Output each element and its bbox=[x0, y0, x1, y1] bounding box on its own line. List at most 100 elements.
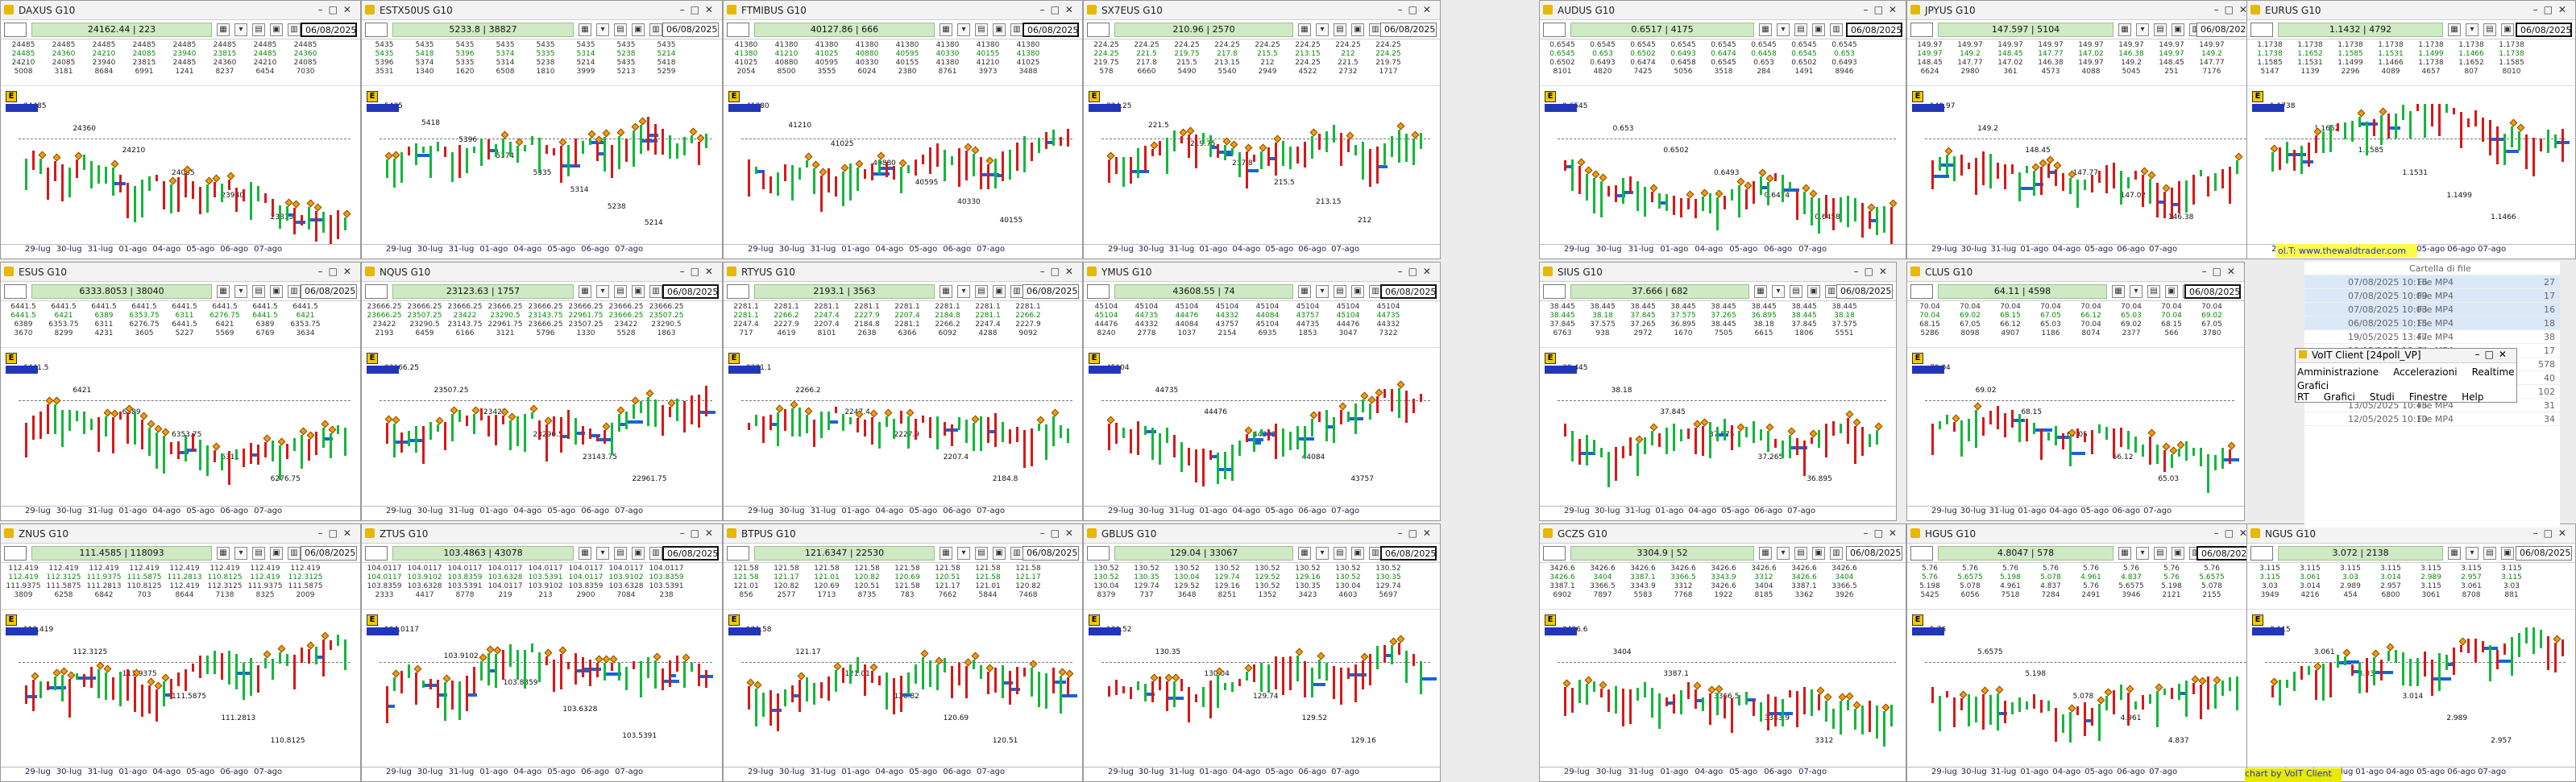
toolbar-button-4[interactable]: ▣ bbox=[1807, 285, 1820, 298]
toolbar-button-4[interactable]: ▣ bbox=[1812, 547, 1825, 560]
toolbar-button-2[interactable]: ▾ bbox=[2130, 285, 2143, 298]
chart-window-10[interactable]: RTYUS G10 –□✕ 2193.1 | 3563 ▦ ▾ ▤ ▣ ▥ 06/08/2025… bbox=[723, 262, 1083, 521]
date-field[interactable]: 06/08/2025 bbox=[1380, 284, 1437, 299]
toolbar-button-3[interactable]: ▤ bbox=[2483, 547, 2496, 560]
toolbar-button-1[interactable]: ▦ bbox=[217, 285, 230, 298]
toolbar-button-1[interactable]: ▦ bbox=[1759, 547, 1772, 560]
date-field[interactable]: 06/08/2025 bbox=[2196, 546, 2253, 561]
date-field[interactable]: 06/08/2025 bbox=[2516, 546, 2572, 561]
toolbar-button-3[interactable]: ▤ bbox=[975, 547, 988, 560]
toolbar-button-3[interactable]: ▤ bbox=[614, 547, 627, 560]
symbol-selector[interactable] bbox=[4, 546, 27, 561]
toolbar-button-2[interactable]: ▾ bbox=[234, 285, 247, 298]
chart-window-7[interactable]: EURUS G10–□✕1.1432 | 4792▦▾▤▣▥06/08/2025… bbox=[2246, 0, 2576, 259]
toolbar-button-2[interactable]: ▾ bbox=[2136, 23, 2149, 36]
voltclient-window[interactable]: VoIT Client [24poll_VP] –□✕ Amministrazi… bbox=[2295, 348, 2517, 403]
list-item[interactable]: 07/08/2025 10:03 File MP4 16 bbox=[2304, 303, 2560, 317]
window-controls[interactable]: –□✕ bbox=[1040, 266, 1079, 277]
toolbar-button-2[interactable]: ▾ bbox=[2136, 547, 2149, 560]
date-field[interactable]: 06/08/2025 bbox=[301, 284, 357, 299]
toolbar-button-2[interactable]: ▾ bbox=[1316, 23, 1329, 36]
toolbar-button-4[interactable]: ▣ bbox=[2501, 23, 2514, 36]
toolbar-button-4[interactable]: ▣ bbox=[1351, 23, 1364, 36]
toolbar-button-2[interactable]: ▾ bbox=[596, 285, 609, 298]
toolbar-button-3[interactable]: ▤ bbox=[975, 285, 988, 298]
toolbar-button-3[interactable]: ▤ bbox=[2154, 547, 2167, 560]
chart-window-20[interactable]: NGUS G10–□✕3.072 | 2138▦▾▤▣▥06/08/20253.… bbox=[2246, 523, 2576, 782]
date-field[interactable]: 06/08/2025 bbox=[1023, 284, 1079, 299]
menu-item[interactable]: Realtime bbox=[2472, 366, 2515, 378]
symbol-selector[interactable] bbox=[2250, 23, 2273, 37]
list-item[interactable]: 07/08/2025 10:09 File MP4 17 bbox=[2304, 289, 2560, 303]
symbol-selector[interactable] bbox=[1910, 546, 1933, 561]
toolbar-button-2[interactable]: ▾ bbox=[1777, 547, 1790, 560]
toolbar-button-1[interactable]: ▦ bbox=[1298, 547, 1311, 560]
toolbar-button-4[interactable]: ▣ bbox=[1351, 285, 1364, 298]
toolbar-button-1[interactable]: ▦ bbox=[579, 547, 591, 560]
toolbar-button-3[interactable]: ▤ bbox=[1334, 547, 1346, 560]
date-field[interactable]: 06/08/2025 bbox=[662, 284, 719, 299]
toolbar-button-2[interactable]: ▾ bbox=[957, 23, 970, 36]
date-field[interactable]: 06/08/2025 bbox=[2196, 23, 2253, 37]
chart-window-11[interactable]: YMUS G10 –□✕ 43608.55 | 74 ▦ ▾ ▤ ▣ ▥ 06/08/2025 4… bbox=[1083, 262, 1441, 521]
date-field[interactable]: 06/08/2025 bbox=[1380, 546, 1437, 561]
toolbar-button-2[interactable]: ▾ bbox=[957, 285, 970, 298]
date-field[interactable]: 06/08/2025 bbox=[1846, 23, 1902, 37]
toolbar-button-1[interactable]: ▦ bbox=[217, 23, 230, 36]
symbol-selector[interactable] bbox=[1910, 284, 1933, 299]
window-controls[interactable]: –□✕ bbox=[1040, 4, 1079, 15]
date-field[interactable]: 06/08/2025 bbox=[1023, 23, 1079, 37]
toolbar-button-5[interactable]: ▥ bbox=[288, 547, 301, 560]
toolbar-button-2[interactable]: ▾ bbox=[1316, 285, 1329, 298]
symbol-selector[interactable] bbox=[1543, 284, 1566, 299]
symbol-selector[interactable] bbox=[727, 23, 749, 37]
list-item[interactable]: 12/05/2025 10:10 File MP4 34 bbox=[2304, 412, 2560, 426]
toolbar-button-3[interactable]: ▤ bbox=[1794, 547, 1807, 560]
date-field[interactable]: 06/08/2025 bbox=[2184, 284, 2241, 299]
website-link[interactable]: ol.T: www.thewaldtrader.com bbox=[2276, 244, 2417, 258]
toolbar-button-3[interactable]: ▤ bbox=[252, 547, 265, 560]
list-item[interactable]: 06/08/2025 10:15 File MP4 18 bbox=[2304, 317, 2560, 330]
toolbar-button-4[interactable]: ▣ bbox=[993, 547, 1006, 560]
toolbar-button-1[interactable]: ▦ bbox=[2448, 547, 2461, 560]
symbol-selector[interactable] bbox=[1543, 23, 1566, 37]
toolbar-button-5[interactable]: ▥ bbox=[1830, 23, 1843, 36]
date-field[interactable]: 06/08/2025 bbox=[662, 23, 719, 37]
window-controls[interactable]: –□✕ bbox=[680, 4, 719, 15]
symbol-selector[interactable] bbox=[365, 546, 388, 561]
date-field[interactable]: 06/08/2025 bbox=[2516, 23, 2572, 37]
chart-window-18[interactable]: GCZS G10 –□✕ 3304.9 | 52 ▦ ▾ ▤ ▣ ▥ 06/08/2025 342… bbox=[1539, 523, 1906, 782]
toolbar-button-3[interactable]: ▤ bbox=[252, 23, 265, 36]
toolbar-button-1[interactable]: ▦ bbox=[579, 285, 591, 298]
window-controls[interactable]: –□✕ bbox=[2533, 4, 2572, 15]
date-field[interactable]: 06/08/2025 bbox=[301, 23, 357, 37]
symbol-selector[interactable] bbox=[727, 546, 749, 561]
window-controls[interactable]: –□✕ bbox=[1864, 4, 1902, 15]
toolbar-button-4[interactable]: ▣ bbox=[993, 285, 1006, 298]
menu-item[interactable]: Amministrazione bbox=[2297, 366, 2379, 378]
window-controls[interactable]: –□✕ bbox=[1854, 266, 1893, 277]
toolbar-button-2[interactable]: ▾ bbox=[957, 547, 970, 560]
symbol-selector[interactable] bbox=[727, 284, 749, 299]
window-controls[interactable]: –□✕ bbox=[318, 528, 357, 539]
toolbar-button-3[interactable]: ▤ bbox=[252, 285, 265, 298]
toolbar-button-2[interactable]: ▾ bbox=[596, 23, 609, 36]
toolbar-button-4[interactable]: ▣ bbox=[632, 23, 645, 36]
window-controls[interactable]: –□✕ bbox=[2533, 528, 2572, 539]
toolbar-button-1[interactable]: ▦ bbox=[2118, 547, 2131, 560]
toolbar-button-3[interactable]: ▤ bbox=[2154, 23, 2167, 36]
symbol-selector[interactable] bbox=[365, 23, 388, 37]
toolbar-button-5[interactable]: ▥ bbox=[1010, 547, 1023, 560]
chart-window-3[interactable]: FTMIBUS G10 –□✕ 40127.86 | 666 ▦ ▾ ▤ ▣ ▥ 06/08/2… bbox=[723, 0, 1083, 259]
toolbar-button-4[interactable]: ▣ bbox=[632, 547, 645, 560]
toolbar-button-3[interactable]: ▤ bbox=[1790, 285, 1802, 298]
toolbar-button-5[interactable]: ▥ bbox=[649, 547, 662, 560]
toolbar-button-1[interactable]: ▦ bbox=[1298, 23, 1311, 36]
window-controls[interactable]: –□✕ bbox=[680, 528, 719, 539]
chart-window-12[interactable]: SIUS G10 –□✕ 37.666 | 682 ▦ ▾ ▤ ▣ ▥ 06/08/2025 38… bbox=[1539, 262, 1897, 521]
toolbar-button-3[interactable]: ▤ bbox=[975, 23, 988, 36]
chart-window-19[interactable]: HGUS G10 –□✕ 4.8047 | 578 ▦ ▾ ▤ ▣ ▥ 06/08/2025 5.… bbox=[1906, 523, 2257, 782]
menu-item[interactable]: Help bbox=[2462, 391, 2483, 403]
toolbar-button-1[interactable]: ▦ bbox=[579, 23, 591, 36]
toolbar-button-2[interactable]: ▾ bbox=[2466, 23, 2479, 36]
